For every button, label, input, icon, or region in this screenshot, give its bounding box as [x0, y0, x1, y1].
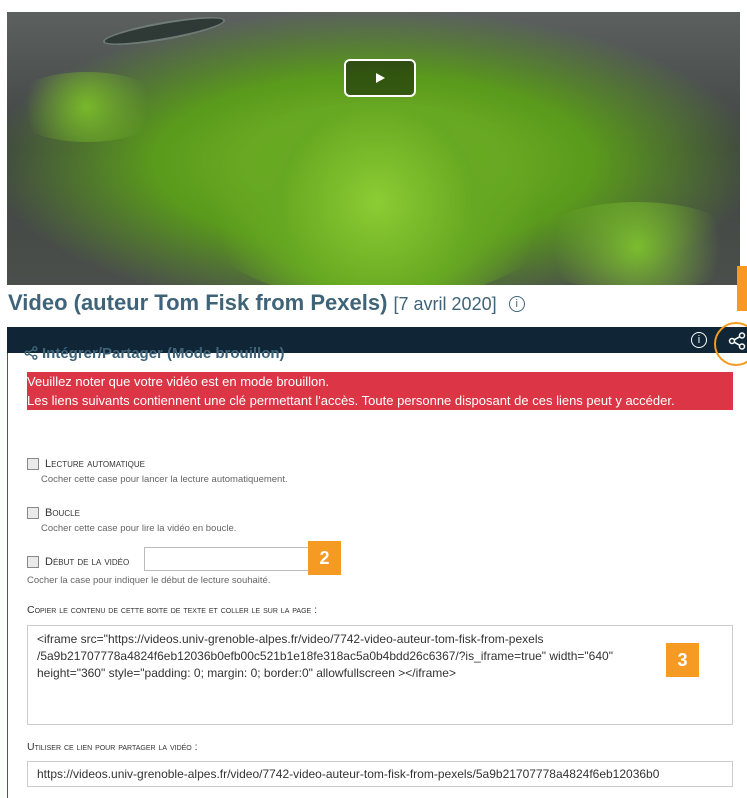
highlight-marker — [737, 266, 747, 311]
play-button[interactable] — [344, 59, 416, 97]
info-icon[interactable]: i — [508, 296, 525, 313]
autoplay-label: Lecture automatique — [45, 457, 145, 470]
video-frame-foliage-right — [527, 202, 740, 285]
share-icon — [24, 346, 38, 360]
video-title: Video (auteur Tom Fisk from Pexels) [7 a… — [8, 290, 525, 316]
autoplay-help: Cocher cette case pour lancer la lecture… — [41, 474, 288, 485]
start-time-input[interactable] — [144, 547, 310, 571]
share-link-label: Utiliser ce lien pour partager la vidéo … — [27, 741, 198, 753]
callout-badge-3: 3 — [666, 643, 699, 677]
embed-code-line: <iframe src="https://videos.univ-grenobl… — [37, 632, 544, 646]
embed-code-textarea[interactable]: <iframe src="https://videos.univ-grenobl… — [27, 625, 733, 725]
embed-code-line: height="360" style="padding: 0; margin: … — [37, 666, 456, 680]
loop-checkbox[interactable] — [27, 506, 39, 519]
alert-line: Veuillez noter que votre vidéo est en mo… — [27, 374, 330, 389]
start-checkbox[interactable] — [27, 555, 39, 568]
share-link-input[interactable]: https://videos.univ-grenoble-alpes.fr/vi… — [27, 761, 733, 787]
callout-badge-2: 2 — [308, 541, 341, 575]
panel-title: Intégrer/Partager (Mode brouillon) — [24, 345, 285, 362]
autoplay-option: Lecture automatique — [27, 455, 145, 473]
start-option: Début de la vidéo — [27, 553, 129, 571]
autoplay-checkbox[interactable] — [27, 457, 39, 470]
loop-label: Boucle — [45, 506, 80, 519]
video-frame-island — [187, 102, 567, 285]
video-title-text: Video (auteur Tom Fisk from Pexels) — [8, 290, 388, 315]
video-frame-boat — [101, 12, 227, 51]
panel-title-text: Intégrer/Partager (Mode brouillon) — [42, 345, 285, 362]
draft-alert: Veuillez noter que votre vidéo est en mo… — [27, 372, 733, 410]
start-help: Cocher la case pour indiquer le début de… — [27, 575, 271, 586]
alert-line: Les liens suivants contiennent une clé p… — [27, 393, 675, 408]
loop-option: Boucle — [27, 504, 80, 522]
share-icon[interactable] — [728, 332, 746, 350]
start-label: Début de la vidéo — [45, 555, 130, 568]
info-icon[interactable]: i — [691, 332, 707, 348]
video-date: [7 avril 2020] — [393, 294, 497, 314]
loop-help: Cocher cette case pour lire la vidéo en … — [41, 523, 237, 534]
embed-code-line: /5a9b21707778a4824f6eb12036b0efb00c521b1… — [37, 649, 613, 663]
video-player[interactable] — [7, 12, 740, 285]
video-frame-foliage — [7, 72, 167, 142]
play-icon — [376, 73, 385, 83]
embed-label: Copier le contenu de cette boite de text… — [27, 604, 318, 616]
